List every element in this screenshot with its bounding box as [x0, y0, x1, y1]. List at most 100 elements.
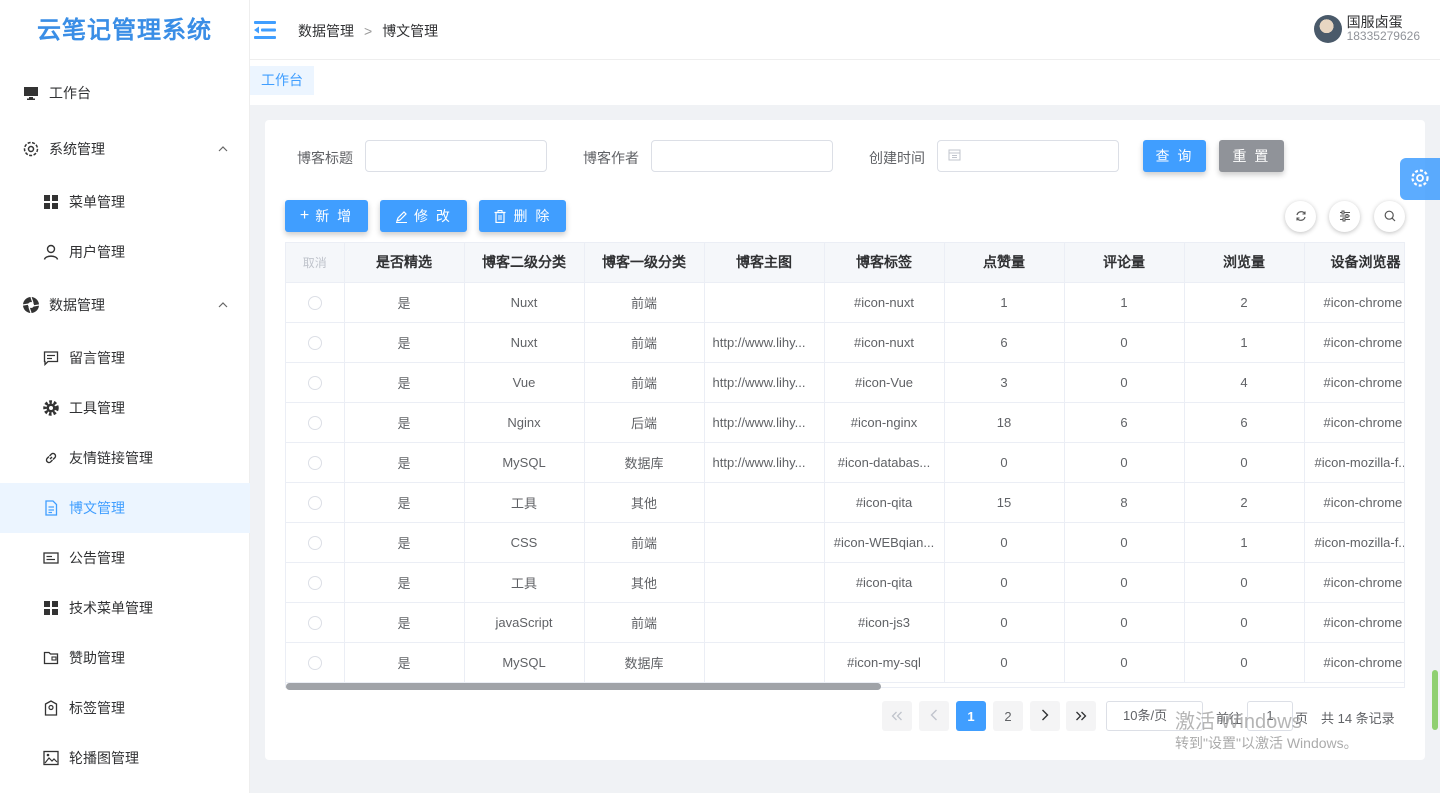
sidebar-item-menus[interactable]: 菜单管理 — [0, 177, 250, 227]
table-row[interactable]: 是 Nginx 后端 http://www.lihy... #icon-nginx 18 6… — [286, 402, 1404, 443]
table-cell: 0 — [1064, 362, 1185, 403]
first-page-button[interactable] — [882, 701, 912, 731]
delete-button[interactable]: 删 除 — [479, 200, 566, 232]
create-time-picker[interactable] — [937, 140, 1119, 172]
table-cell: 1 — [1184, 322, 1305, 363]
header: 数据管理 > 博文管理 国服卤蛋 18335279626 — [250, 0, 1440, 60]
row-radio[interactable] — [307, 415, 322, 430]
sidebar-item-notices[interactable]: 公告管理 — [0, 533, 250, 583]
aperture-icon — [22, 296, 40, 314]
table-row[interactable]: 是 Vue 前端 http://www.lihy... #icon-Vue 3 0 4 #ico… — [286, 362, 1404, 403]
column-settings-button[interactable] — [1329, 201, 1360, 232]
blog-title-input[interactable] — [365, 140, 547, 172]
row-radio[interactable] — [307, 655, 322, 670]
toggle-search-button[interactable] — [1374, 201, 1405, 232]
table-cell: #icon-databas... — [824, 442, 945, 483]
table-cell: 1 — [944, 282, 1065, 323]
table-cell: 是 — [344, 482, 465, 523]
sidebar-item-tech-menus[interactable]: 技术菜单管理 — [0, 583, 250, 633]
sidebar-item-system[interactable]: 系统管理 — [0, 124, 250, 174]
row-select-cell[interactable] — [286, 362, 345, 403]
sidebar-item-tags[interactable]: 标签管理 — [0, 683, 250, 733]
table-row[interactable]: 是 Nuxt 前端 #icon-nuxt 1 1 2 #icon-chrome — [286, 282, 1404, 323]
column-header-cancel[interactable]: 取消 — [286, 243, 345, 283]
sidebar-item-label: 工作台 — [49, 85, 91, 101]
refresh-icon — [1295, 209, 1307, 225]
table-cell: 0 — [1064, 642, 1185, 683]
prev-page-button[interactable] — [919, 701, 949, 731]
user-menu[interactable]: 国服卤蛋 18335279626 — [1313, 14, 1420, 43]
row-select-cell[interactable] — [286, 602, 345, 643]
table-row[interactable]: 是 CSS 前端 #icon-WEBqian... 0 0 1 #icon-mozilla-f… — [286, 522, 1404, 563]
table-cell: 是 — [344, 282, 465, 323]
horizontal-scrollbar[interactable] — [286, 683, 881, 690]
row-radio[interactable] — [307, 575, 322, 590]
avatar[interactable] — [1313, 14, 1342, 43]
row-radio[interactable] — [307, 495, 322, 510]
row-select-cell[interactable] — [286, 522, 345, 563]
menu-toggle-icon[interactable] — [254, 20, 276, 43]
page-button-2[interactable]: 2 — [993, 701, 1023, 731]
add-button[interactable]: + 新 增 — [285, 200, 368, 232]
row-select-cell[interactable] — [286, 402, 345, 443]
table-row[interactable]: 是 MySQL 数据库 http://www.lihy... #icon-databas… — [286, 442, 1404, 483]
table-cell: #icon-js3 — [824, 602, 945, 643]
table-row[interactable]: 是工具 其他 #icon-qita 0 0 0 #icon-chrome — [286, 562, 1404, 603]
row-select-cell[interactable] — [286, 562, 345, 603]
breadcrumb-item[interactable]: 数据管理 — [298, 21, 354, 41]
sidebar-item-messages[interactable]: 留言管理 — [0, 333, 250, 383]
plus-icon: + — [299, 207, 312, 224]
row-radio[interactable] — [307, 335, 322, 350]
row-select-cell[interactable] — [286, 442, 345, 483]
row-radio[interactable] — [307, 535, 322, 550]
sidebar-item-blogs[interactable]: 博文管理 — [0, 483, 250, 533]
refresh-button[interactable] — [1285, 201, 1316, 232]
row-select-cell[interactable] — [286, 482, 345, 523]
notice-icon — [42, 549, 60, 567]
tag-dashboard[interactable]: 工作台 — [250, 66, 314, 95]
table-row[interactable]: 是 MySQL 数据库 #icon-my-sql 0 0 0 #icon-chrome — [286, 642, 1404, 683]
row-radio[interactable] — [307, 615, 322, 630]
table-cell: CSS — [464, 522, 585, 563]
row-radio[interactable] — [307, 455, 322, 470]
sidebar-item-data[interactable]: 数据管理 — [0, 280, 250, 330]
theme-settings-button[interactable] — [1400, 158, 1440, 200]
row-select-cell[interactable] — [286, 642, 345, 683]
table-cell: #icon-chrome — [1304, 402, 1404, 443]
last-page-button[interactable] — [1066, 701, 1096, 731]
vertical-scrollbar[interactable] — [1432, 670, 1438, 730]
table-row[interactable]: 是 Nuxt 前端 http://www.lihy... #icon-nuxt 6 0 1 #i… — [286, 322, 1404, 363]
blog-author-input[interactable] — [651, 140, 833, 172]
sidebar-item-sponsors[interactable]: 赞助管理 — [0, 633, 250, 683]
row-select-cell[interactable] — [286, 282, 345, 323]
row-select-cell[interactable] — [286, 322, 345, 363]
edit-button-label: 修 改 — [414, 208, 452, 224]
sidebar-item-links[interactable]: 友情链接管理 — [0, 433, 250, 483]
page-button-1[interactable]: 1 — [956, 701, 986, 731]
table-cell: 是 — [344, 562, 465, 603]
table-cell: Vue — [464, 362, 585, 403]
sidebar-item-carousel[interactable]: 轮播图管理 — [0, 733, 250, 783]
table-cell: #icon-chrome — [1304, 562, 1404, 603]
sidebar-item-tools[interactable]: 工具管理 — [0, 383, 250, 433]
reset-button[interactable]: 重 置 — [1219, 140, 1284, 172]
table-cell: 是 — [344, 602, 465, 643]
edit-button[interactable]: 修 改 — [380, 200, 467, 232]
sidebar-item-label: 系统管理 — [49, 141, 105, 157]
table-row[interactable]: 是 javaScript 前端 #icon-js3 0 0 0 #icon-chrome — [286, 602, 1404, 643]
table-cell: 0 — [1064, 322, 1185, 363]
sidebar-item-label: 标签管理 — [69, 700, 125, 716]
table-cell: 0 — [1064, 442, 1185, 483]
sidebar-item-dashboard[interactable]: 工作台 — [0, 68, 250, 118]
row-radio[interactable] — [307, 295, 322, 310]
table-cell: 是 — [344, 402, 465, 443]
table-cell: 是 — [344, 522, 465, 563]
table-cell: #icon-mozilla-f... — [1304, 442, 1404, 483]
search-button[interactable]: 查 询 — [1143, 140, 1206, 172]
next-page-button[interactable] — [1030, 701, 1060, 731]
table-cell: 1 — [1064, 282, 1185, 323]
sidebar-item-users[interactable]: 用户管理 — [0, 227, 250, 277]
row-radio[interactable] — [307, 375, 322, 390]
user-phone: 18335279626 — [1346, 29, 1420, 43]
table-row[interactable]: 是工具 其他 #icon-qita 15 8 2 #icon-chrome — [286, 482, 1404, 523]
